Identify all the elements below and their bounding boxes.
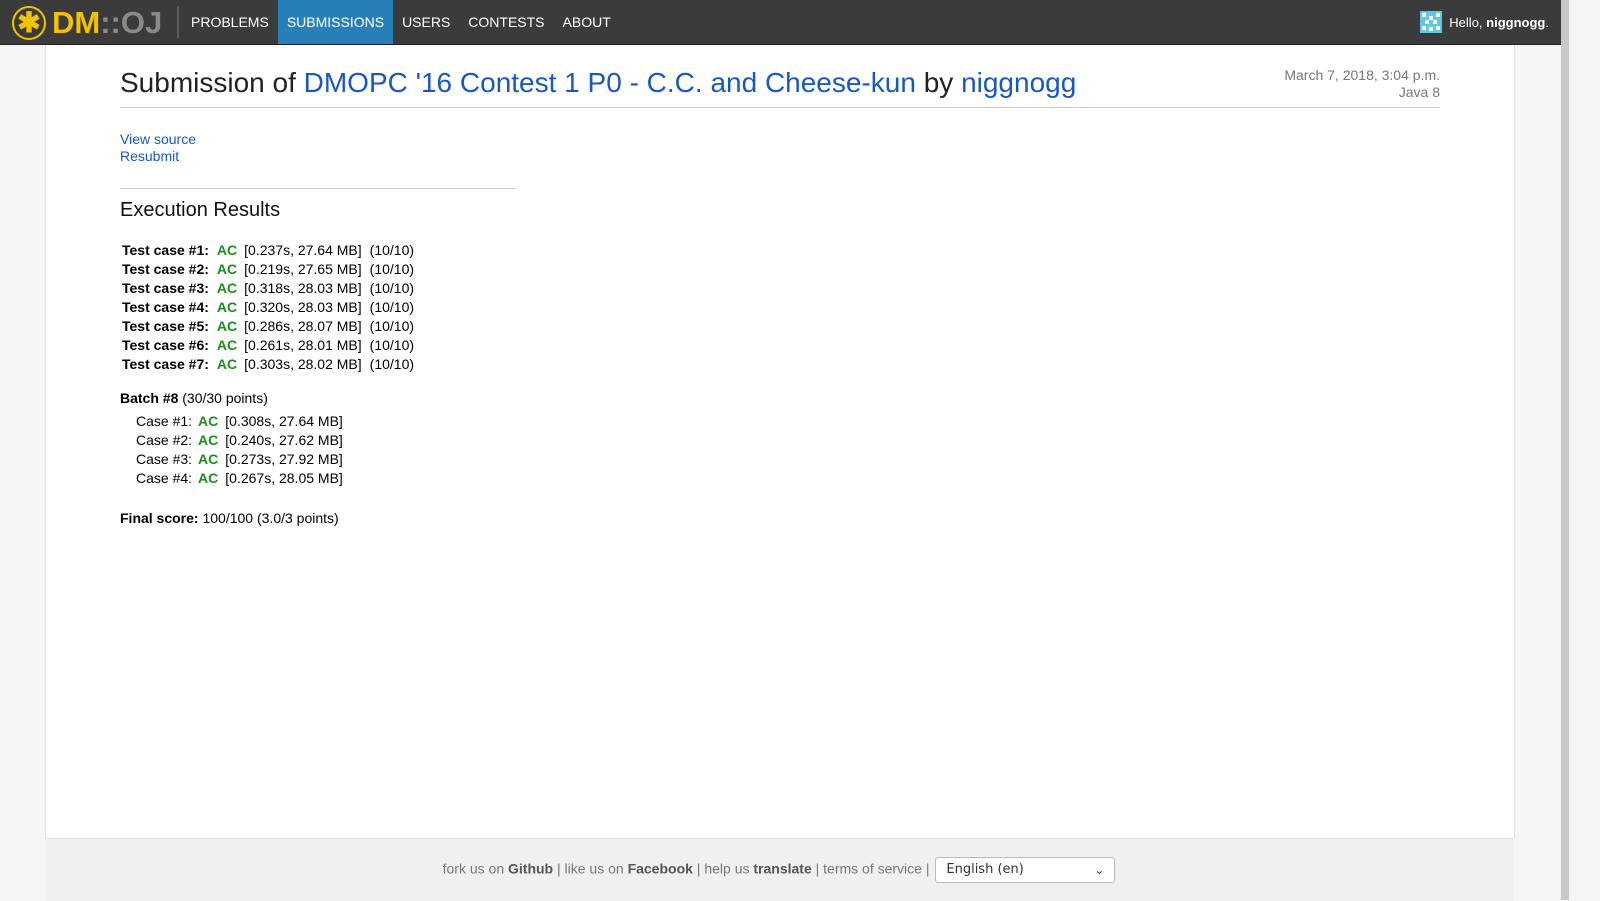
test-case-label: Test case #5: (122, 317, 209, 334)
test-case-row: Test case #3: AC [0.318s, 28.03 MB] (10/10) (120, 278, 416, 297)
asterisk-logo-icon: ✱ (12, 6, 46, 40)
final-score: Final score: 100/100 (3.0/3 points) (120, 510, 339, 526)
main-content: Submission of DMOPC '16 Contest 1 P0 - C… (45, 45, 1515, 838)
test-case-label: Test case #3: (122, 279, 209, 296)
nav-item-contests[interactable]: CONTESTS (459, 0, 553, 44)
status-badge: AC (198, 450, 219, 467)
status-badge: AC (216, 279, 238, 296)
translate-link[interactable]: translate (753, 861, 811, 877)
submission-meta: March 7, 2018, 3:04 p.m. Java 8 (1284, 67, 1440, 101)
chevron-down-icon: ⌄ (1094, 863, 1105, 877)
resubmit-link[interactable]: Resubmit (120, 148, 196, 165)
status-badge: AC (198, 469, 219, 486)
site-logo[interactable]: ✱ DM::OJ (12, 4, 162, 42)
footer-links: fork us on Github | like us on Facebook … (45, 857, 1513, 883)
case-detail: [0.240s, 27.62 MB] (225, 431, 343, 448)
test-case-row: Test case #6: AC [0.261s, 28.01 MB] (10/10) (120, 335, 416, 354)
batch-case-table: Case #1: AC [0.308s, 27.64 MB] Case #2: AC [0… (134, 411, 345, 487)
test-case-points: (10/10) (369, 279, 415, 296)
test-case-detail: [0.219s, 27.65 MB] (244, 260, 362, 277)
nav-item-users[interactable]: USERS (393, 0, 459, 44)
submission-header: Submission of DMOPC '16 Contest 1 P0 - C… (120, 65, 1440, 108)
page-title: Submission of DMOPC '16 Contest 1 P0 - C… (120, 67, 1077, 98)
status-badge: AC (216, 336, 238, 353)
username[interactable]: niggnogg (1486, 15, 1545, 30)
nav-item-about[interactable]: ABOUT (554, 0, 620, 44)
test-case-detail: [0.286s, 28.07 MB] (244, 317, 362, 334)
test-case-row: Test case #1: AC [0.237s, 27.64 MB] (10/10) (120, 240, 416, 259)
test-case-row: Test case #7: AC [0.303s, 28.02 MB] (10/10) (120, 354, 416, 373)
top-navbar: ✱ DM::OJ PROBLEMS SUBMISSIONS USERS CONT… (0, 0, 1561, 45)
identicon-icon (1420, 11, 1443, 33)
submission-language: Java 8 (1398, 84, 1440, 100)
case-label: Case #3: (136, 450, 193, 467)
case-label: Case #1: (136, 412, 193, 429)
footer: fork us on Github | like us on Facebook … (45, 838, 1513, 901)
nav-divider (177, 6, 179, 38)
case-detail: [0.308s, 27.64 MB] (225, 412, 343, 429)
avatar[interactable] (1420, 11, 1443, 33)
test-case-points: (10/10) (369, 260, 415, 277)
test-case-row: Test case #4: AC [0.320s, 28.03 MB] (10/10) (120, 297, 416, 316)
test-case-row: Test case #5: AC [0.286s, 28.07 MB] (10/10) (120, 316, 416, 335)
github-link[interactable]: Github (508, 861, 553, 877)
problem-link[interactable]: DMOPC '16 Contest 1 P0 - C.C. and Cheese… (304, 67, 916, 98)
case-label: Case #4: (136, 469, 193, 486)
case-detail: [0.273s, 27.92 MB] (225, 450, 343, 467)
status-badge: AC (216, 260, 238, 277)
status-badge: AC (198, 431, 219, 448)
test-case-detail: [0.261s, 28.01 MB] (244, 336, 362, 353)
submission-actions: View source Resubmit (120, 131, 196, 165)
test-case-label: Test case #7: (122, 355, 209, 372)
divider (120, 188, 516, 189)
batch-heading: Batch #8 (30/30 points) (120, 390, 268, 406)
test-case-detail: [0.318s, 28.03 MB] (244, 279, 362, 296)
batch-case-row: Case #4: AC [0.267s, 28.05 MB] (134, 468, 345, 487)
test-case-label: Test case #6: (122, 336, 209, 353)
test-case-points: (10/10) (369, 317, 415, 334)
nav-menu: PROBLEMS SUBMISSIONS USERS CONTESTS ABOU… (182, 0, 620, 44)
user-link[interactable]: niggnogg (961, 67, 1076, 98)
facebook-link[interactable]: Facebook (628, 861, 693, 877)
test-case-row: Test case #2: AC [0.219s, 27.65 MB] (10/10) (120, 259, 416, 278)
status-badge: AC (216, 298, 238, 315)
logo-text: DM::OJ (52, 5, 163, 40)
batch-case-row: Case #3: AC [0.273s, 27.92 MB] (134, 449, 345, 468)
scrollbar-thumb[interactable] (1561, 0, 1569, 900)
test-case-label: Test case #4: (122, 298, 209, 315)
test-case-table: Test case #1: AC [0.237s, 27.64 MB] (10/10)… (120, 240, 416, 373)
test-case-detail: [0.303s, 28.02 MB] (244, 355, 362, 372)
test-case-points: (10/10) (369, 241, 415, 258)
greeting-text: Hello, (1449, 14, 1483, 30)
page-scrollbar[interactable] (1561, 0, 1600, 900)
batch-case-row: Case #1: AC [0.308s, 27.64 MB] (134, 411, 345, 430)
nav-item-problems[interactable]: PROBLEMS (182, 0, 278, 44)
test-case-points: (10/10) (369, 355, 415, 372)
status-badge: AC (216, 241, 238, 258)
test-case-points: (10/10) (369, 298, 415, 315)
submission-date: March 7, 2018, 3:04 p.m. (1284, 67, 1440, 83)
status-badge: AC (216, 355, 238, 372)
language-select[interactable]: English (en) ⌄ (935, 857, 1116, 883)
status-badge: AC (198, 412, 219, 429)
test-case-points: (10/10) (369, 336, 415, 353)
view-source-link[interactable]: View source (120, 131, 196, 148)
status-badge: AC (216, 317, 238, 334)
batch-case-row: Case #2: AC [0.240s, 27.62 MB] (134, 430, 345, 449)
execution-results-heading: Execution Results (120, 199, 281, 221)
user-menu[interactable]: Hello, niggnogg. (1420, 0, 1549, 44)
terms-of-service-link[interactable]: | terms of service | (812, 861, 934, 877)
case-detail: [0.267s, 28.05 MB] (225, 469, 343, 486)
test-case-detail: [0.320s, 28.03 MB] (244, 298, 362, 315)
case-label: Case #2: (136, 431, 193, 448)
test-case-label: Test case #2: (122, 260, 209, 277)
test-case-label: Test case #1: (122, 241, 209, 258)
nav-item-submissions[interactable]: SUBMISSIONS (277, 0, 394, 44)
test-case-detail: [0.237s, 27.64 MB] (244, 241, 362, 258)
